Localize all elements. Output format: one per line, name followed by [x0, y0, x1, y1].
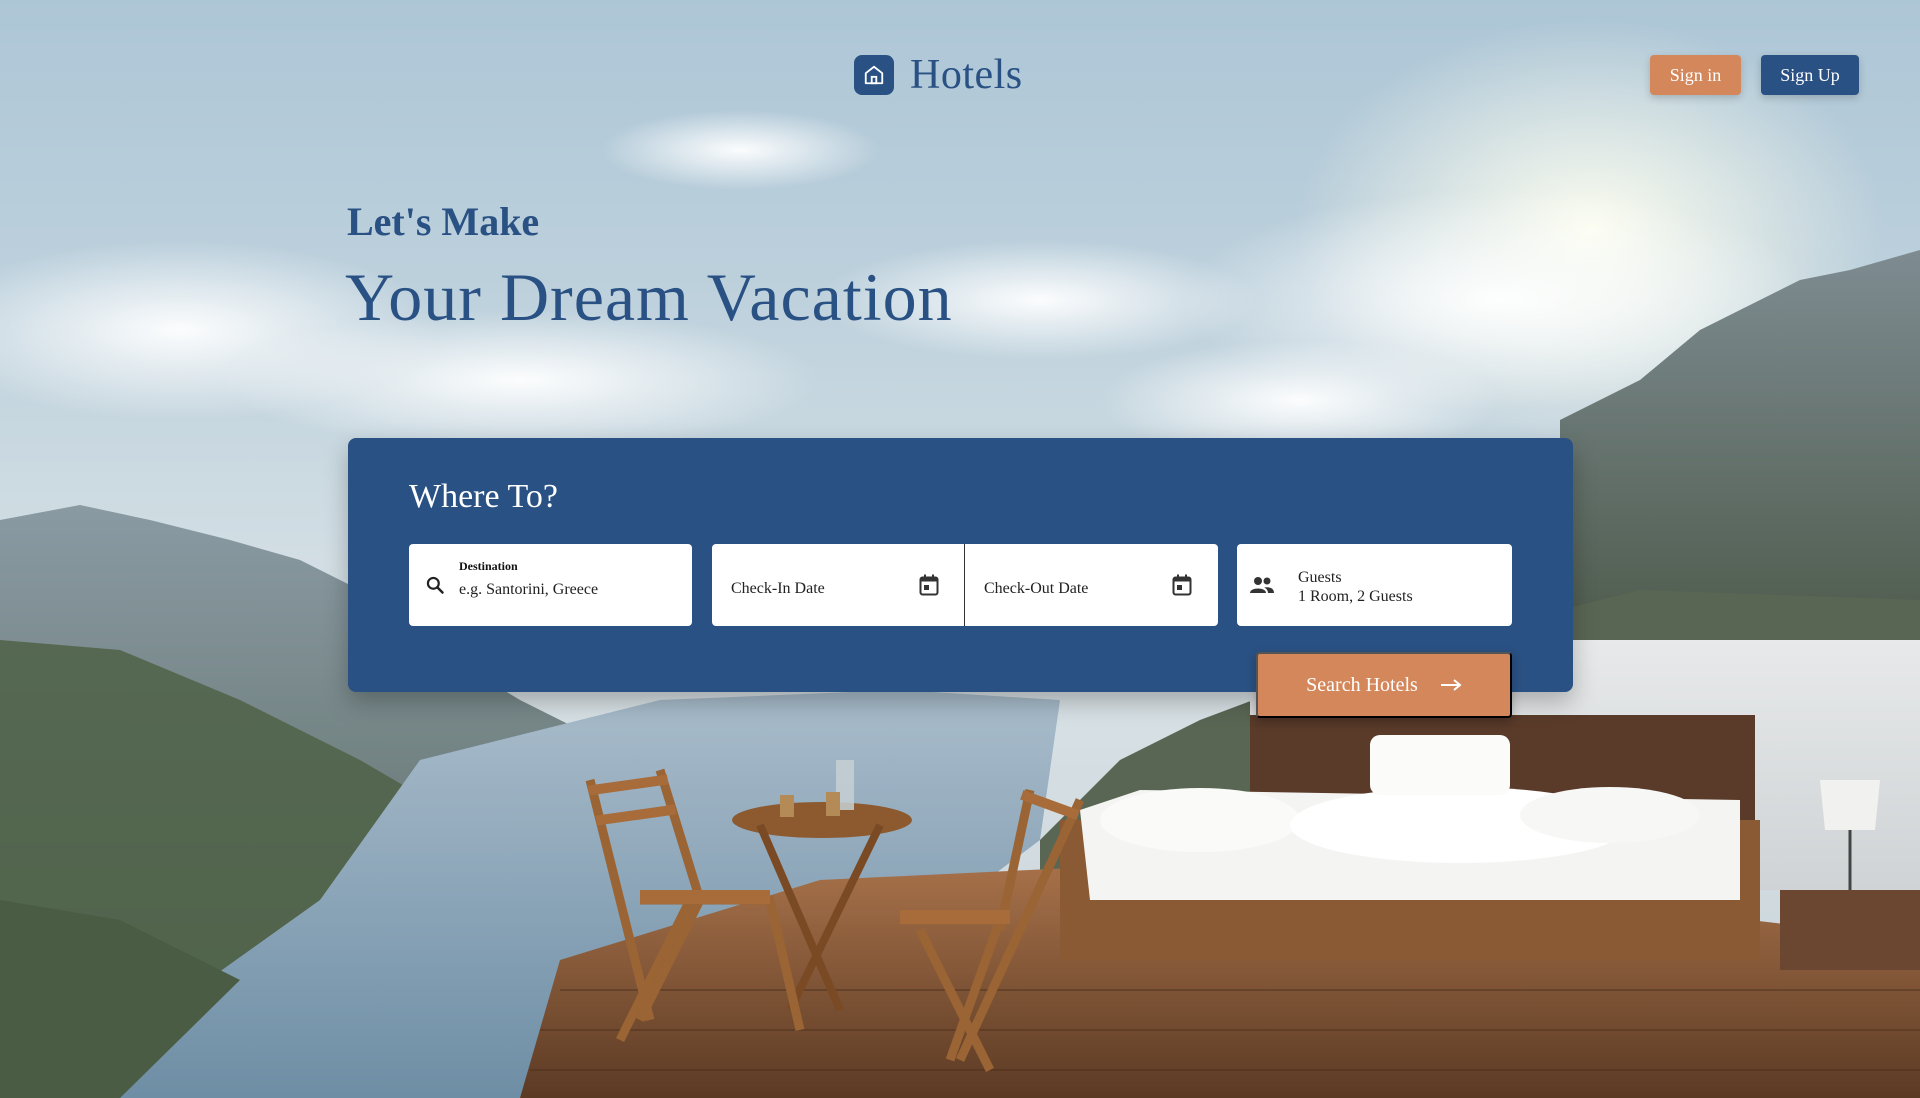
arrow-right-icon [1440, 674, 1462, 697]
check-in-field[interactable]: Check-In Date [712, 544, 964, 626]
destination-label: Destination [459, 559, 518, 573]
brand-logo[interactable]: Hotels [854, 52, 1023, 98]
search-icon [424, 574, 446, 596]
search-hotels-label: Search Hotels [1306, 673, 1418, 696]
destination-field[interactable]: Destination [409, 544, 692, 626]
search-panel-title: Where To? [409, 478, 558, 515]
hero-kicker: Let's Make [347, 199, 540, 244]
sign-in-button[interactable]: Sign in [1650, 55, 1741, 95]
check-out-label: Check-Out Date [984, 580, 1089, 597]
check-in-label: Check-In Date [731, 580, 825, 597]
destination-input[interactable] [459, 578, 679, 602]
check-out-field[interactable]: Check-Out Date [965, 544, 1218, 626]
sign-up-button[interactable]: Sign Up [1761, 55, 1859, 95]
hero-title: Your Dream Vacation [345, 259, 953, 335]
search-hotels-button[interactable]: Search Hotels [1256, 652, 1512, 718]
people-icon [1249, 574, 1275, 596]
guests-value: 1 Room, 2 Guests [1298, 588, 1413, 605]
guests-label: Guests [1298, 569, 1342, 586]
guests-field[interactable]: Guests 1 Room, 2 Guests [1237, 544, 1512, 626]
home-icon [854, 55, 894, 95]
brand-name: Hotels [910, 52, 1023, 98]
calendar-icon[interactable] [918, 574, 940, 596]
calendar-icon[interactable] [1171, 574, 1193, 596]
